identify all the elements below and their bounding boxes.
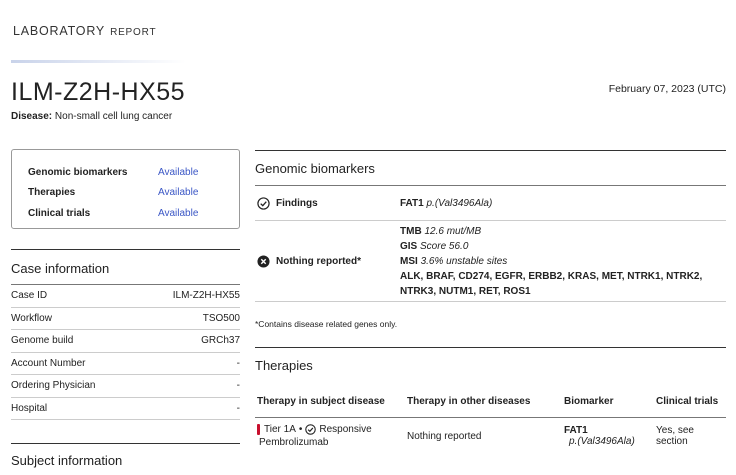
therapy-other-cell: Nothing reported [407,430,482,442]
header-biomarker: Biomarker [564,396,614,407]
brand-underline [11,60,186,63]
page-title: ILM-Z2H-HX55 [11,78,186,106]
nothing-reported-row: Nothing reported* TMB 12.6 mut/MB GIS Sc… [255,221,726,302]
summary-box: Genomic biomarkers Available Therapies A… [11,149,240,229]
disease-line: Disease: Non-small cell lung cancer [11,111,172,122]
check-circle-icon [305,424,317,435]
header-other-diseases: Therapy in other diseases [407,396,531,407]
gis-line: GIS Score 56.0 [400,239,726,254]
header-clinical-trials: Clinical trials [656,396,719,407]
summary-label: Clinical trials [28,207,91,219]
tmb-line: TMB 12.6 mut/MB [400,224,726,239]
genes-line-1: ALK, BRAF, CD274, EGFR, ERBB2, KRAS, MET… [400,269,726,284]
clinical-trials-cell[interactable]: Yes, see section [656,425,726,447]
case-info-value: ILM-Z2H-HX55 [172,290,240,302]
case-info-row: Ordering Physician - [11,375,240,398]
close-circle-icon [257,254,270,268]
header-subject-disease: Therapy in subject disease [257,396,385,407]
therapy-subject-cell: Tier 1A • Responsive Pembrolizumab [255,424,407,448]
tmb-value: 12.6 mut/MB [424,225,482,237]
nothing-reported-label-cell: Nothing reported* [255,254,400,268]
msi-value: 3.6% unstable sites [420,255,508,267]
genes-list-1: ALK, BRAF, CD274, EGFR, ERBB2, KRAS, MET… [400,270,703,282]
case-info-row: Account Number - [11,353,240,375]
disease-value: Non-small cell lung cancer [54,111,173,122]
therapy-name: Pembrolizumab [259,437,329,448]
case-info-label: Genome build [11,335,74,347]
findings-value: FAT1 p.(Val3496Ala) [400,196,726,211]
case-info-label: Hospital [11,402,48,414]
summary-label: Therapies [28,187,76,199]
footnote: *Contains disease related genes only. [255,319,398,329]
clinical-trials-line1: Yes, see [656,425,694,436]
case-info-value: - [236,380,240,392]
summary-row-therapies: Therapies Available [28,183,239,204]
case-info-label: Workflow [11,312,52,324]
subject-information-section: Subject information [11,443,240,468]
case-info-row: Case ID ILM-Z2H-HX55 [11,285,240,308]
findings-label-cell: Findings [255,196,400,210]
clinical-trials-line2: section [656,436,688,447]
case-info-label: Case ID [11,290,48,302]
findings-label: Findings [276,197,318,209]
therapies-table-header: Therapy in subject disease Therapy in ot… [255,386,726,418]
tier-label: Tier 1A [264,424,296,435]
genomic-biomarkers-section: Genomic biomarkers Findings FAT1 p.(Val3… [255,150,726,302]
summary-link-therapies[interactable]: Available [158,187,198,198]
tmb-label: TMB [400,225,422,237]
findings-gene: FAT1 [400,197,424,209]
summary-row-genomic: Genomic biomarkers Available [28,162,239,183]
findings-variant: p.(Val3496Ala) [426,197,493,209]
case-info-value: TSO500 [202,312,240,324]
biomarker-variant: p.(Val3496Ala) [569,436,635,447]
case-information-title: Case information [11,250,240,285]
summary-row-trials: Clinical trials Available [28,203,239,224]
response-label: Responsive [319,424,372,435]
case-info-value: GRCh37 [201,335,240,347]
case-information-section: Case information Case ID ILM-Z2H-HX55 Wo… [11,249,240,420]
summary-label: Genomic biomarkers [28,166,128,178]
subject-information-title: Subject information [11,453,123,468]
therapies-section: Therapies Therapy in subject disease The… [255,347,726,448]
disease-label: Disease: [11,111,53,122]
case-info-row: Genome build GRCh37 [11,330,240,353]
gis-label: GIS [400,240,418,252]
summary-link-genomic[interactable]: Available [158,167,198,178]
brand-sub: REPORT [110,27,157,38]
findings-row: Findings FAT1 p.(Val3496Ala) [255,186,726,221]
biomarker-cell: FAT1 p.(Val3496Ala) [564,425,656,447]
gis-value: Score 56.0 [420,240,469,252]
tier-marker [257,424,260,435]
msi-label: MSI [400,255,418,267]
msi-line: MSI 3.6% unstable sites [400,254,726,269]
biomarker-gene: FAT1 [564,425,588,436]
nothing-reported-label: Nothing reported* [276,255,361,267]
genes-list-2: NTRK3, NUTM1, RET, ROS1 [400,285,531,297]
case-info-label: Account Number [11,357,86,369]
brand-main: LABORATORY [13,24,106,38]
check-circle-icon [257,196,270,210]
therapies-title: Therapies [255,358,313,373]
genes-line-2: NTRK3, NUTM1, RET, ROS1 [400,284,726,299]
genomic-biomarkers-title: Genomic biomarkers [255,151,726,186]
nothing-reported-values: TMB 12.6 mut/MB GIS Score 56.0 MSI 3.6% … [400,224,726,299]
case-info-row: Hospital - [11,398,240,420]
report-brand: LABORATORY REPORT [13,24,156,38]
report-date: February 07, 2023 (UTC) [608,83,726,95]
case-info-label: Ordering Physician [11,380,96,392]
case-info-value: - [236,402,240,414]
summary-link-trials[interactable]: Available [158,208,198,219]
case-info-value: - [236,357,240,369]
case-info-row: Workflow TSO500 [11,308,240,330]
table-row: Tier 1A • Responsive Pembrolizumab Nothi… [255,418,726,448]
tier-separator: • [298,424,303,435]
tier-line: Tier 1A • Responsive [257,424,407,435]
